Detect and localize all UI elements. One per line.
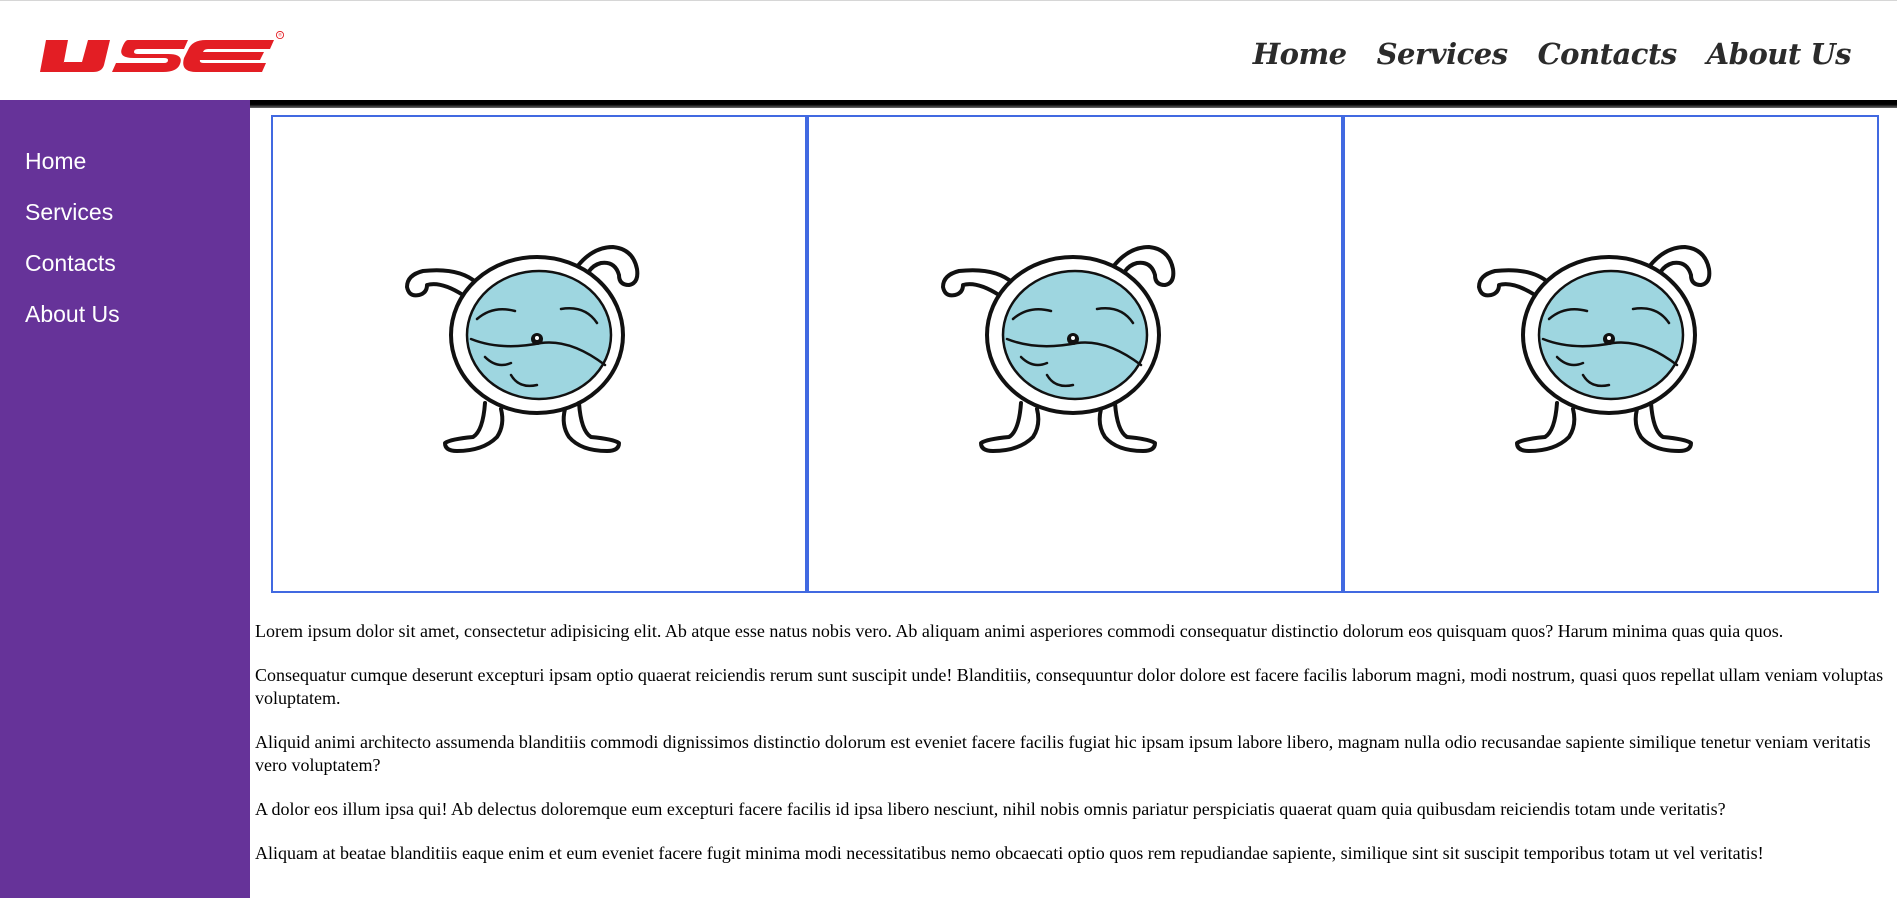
sidebar-item-services[interactable]: Services: [25, 197, 250, 248]
cartoon-creature-icon: [1477, 245, 1712, 453]
sidebar-navigation: Home Services Contacts About Us: [0, 100, 250, 350]
paragraph: Consequatur cumque deserunt excepturi ip…: [255, 665, 1884, 708]
sidebar-item-about-us[interactable]: About Us: [25, 299, 250, 350]
site-header: ® Home Services Contacts About Us: [0, 0, 1897, 100]
main-content: Lorem ipsum dolor sit amet, consectetur …: [255, 620, 1893, 886]
gallery-card: [807, 115, 1343, 593]
top-nav-about-us[interactable]: About Us: [1707, 37, 1852, 71]
sidebar: Home Services Contacts About Us: [0, 100, 250, 898]
paragraph: A dolor eos illum ipsa qui! Ab delectus …: [255, 799, 1726, 819]
registered-mark: ®: [278, 32, 282, 38]
top-nav-home[interactable]: Home: [1253, 37, 1347, 71]
gallery-card: [1343, 115, 1879, 593]
paragraph: Aliquam at beatae blanditiis eaque enim …: [255, 843, 1764, 863]
header-divider-bar: [250, 100, 1897, 108]
top-navigation: Home Services Contacts About Us: [1253, 37, 1852, 71]
cartoon-creature-icon: [405, 245, 640, 453]
sidebar-item-contacts[interactable]: Contacts: [25, 248, 250, 299]
top-nav-services[interactable]: Services: [1377, 37, 1508, 71]
gallery-card: [271, 115, 807, 593]
cartoon-creature-icon: [941, 245, 1176, 453]
sidebar-item-home[interactable]: Home: [25, 146, 250, 197]
paragraph: Aliquid animi architecto assumenda bland…: [255, 732, 1871, 775]
paragraph: Lorem ipsum dolor sit amet, consectetur …: [255, 621, 1784, 641]
ijse-logo[interactable]: ®: [38, 31, 286, 75]
top-nav-contacts[interactable]: Contacts: [1538, 37, 1678, 71]
image-gallery: [271, 115, 1879, 593]
